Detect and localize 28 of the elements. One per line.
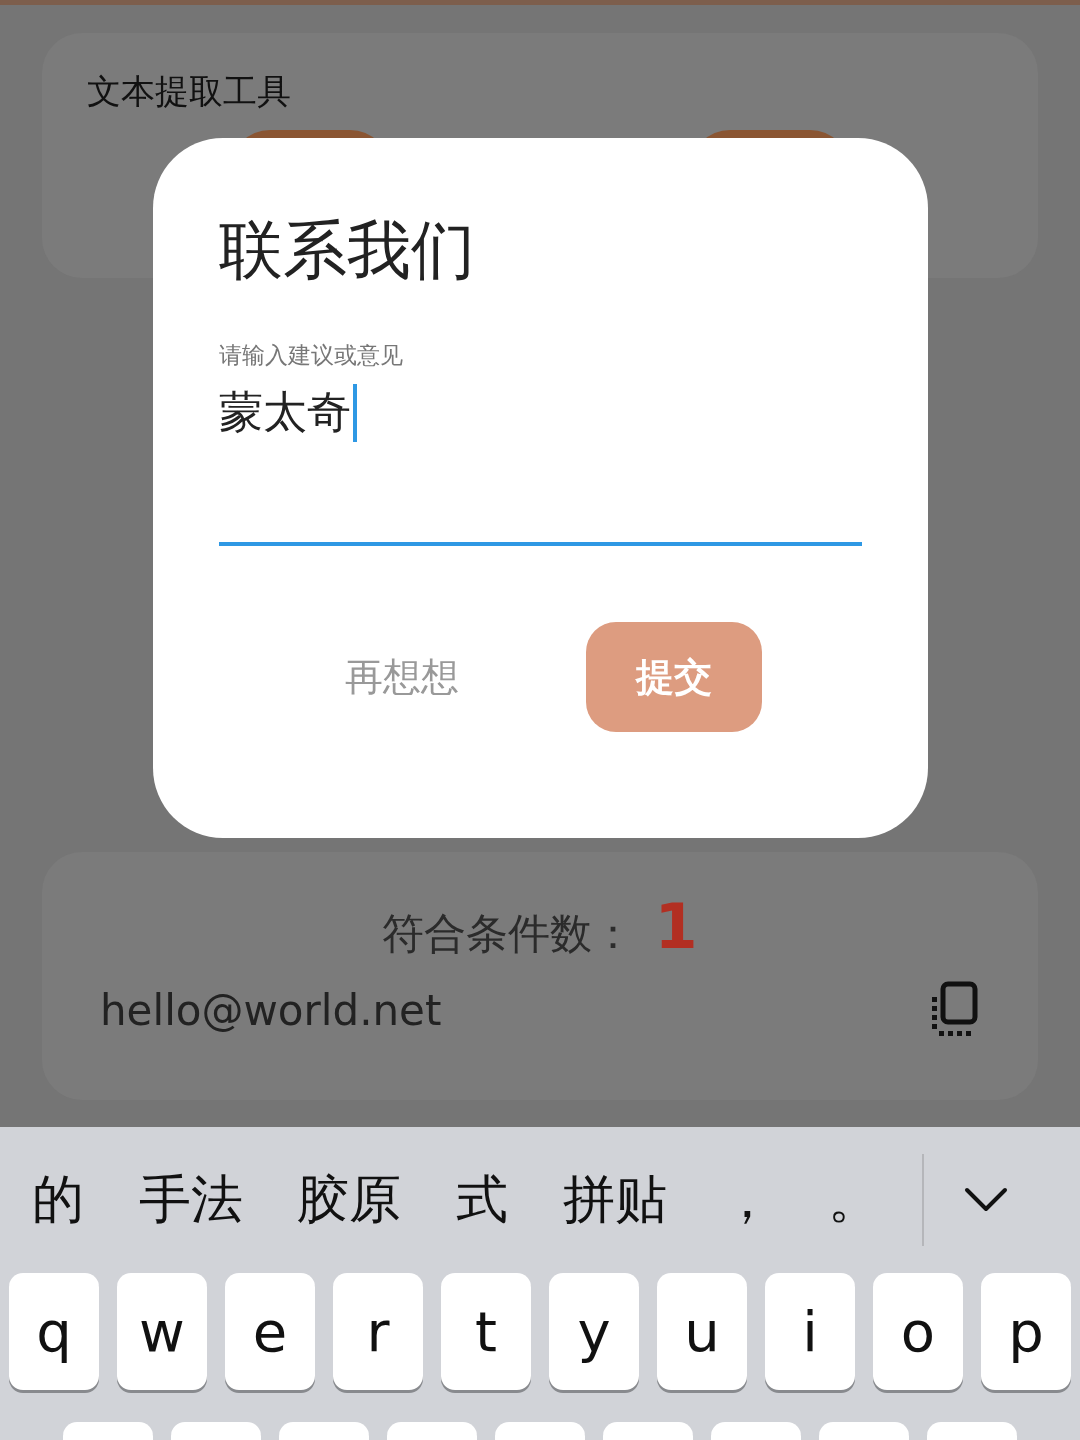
keyboard-key[interactable]: p (981, 1273, 1071, 1390)
candidate-word[interactable]: 拼贴 (562, 1165, 667, 1235)
candidate-word[interactable]: ， (721, 1165, 774, 1235)
candidate-word[interactable]: 。 (827, 1165, 880, 1235)
keyboard-key[interactable]: i (765, 1273, 855, 1390)
field-value: 蒙太奇 (219, 385, 351, 439)
keyboard-key[interactable]: q (9, 1273, 99, 1390)
copy-icon[interactable] (930, 981, 980, 1039)
keyboard-key[interactable]: r (333, 1273, 423, 1390)
match-count-label: 符合条件数： (382, 908, 635, 960)
result-email: hello@world.net (100, 985, 442, 1035)
candidate-word[interactable]: 手法 (138, 1165, 243, 1235)
tool-title: 文本提取工具 (87, 71, 291, 111)
keyboard-key[interactable]: t (441, 1273, 531, 1390)
match-count: 1 (654, 890, 698, 963)
keyboard-key[interactable]: u (657, 1273, 747, 1390)
keyboard-key[interactable]: y (549, 1273, 639, 1390)
chevron-down-icon[interactable] (964, 1187, 1008, 1213)
candidate-word[interactable]: 的 (32, 1165, 84, 1235)
dialog-title: 联系我们 (219, 212, 476, 289)
input-field[interactable]: 请输入建议或意见 蒙太奇 (219, 340, 862, 546)
field-label: 请输入建议或意见 (219, 341, 404, 370)
text-cursor (353, 383, 357, 442)
candidate-word[interactable]: 式 (455, 1165, 508, 1235)
candidate-word[interactable]: 胶原 (297, 1165, 402, 1235)
keyboard-key[interactable]: e (225, 1273, 315, 1390)
keyboard-key[interactable]: o (873, 1273, 963, 1390)
keyboard-key[interactable]: w (117, 1273, 207, 1390)
